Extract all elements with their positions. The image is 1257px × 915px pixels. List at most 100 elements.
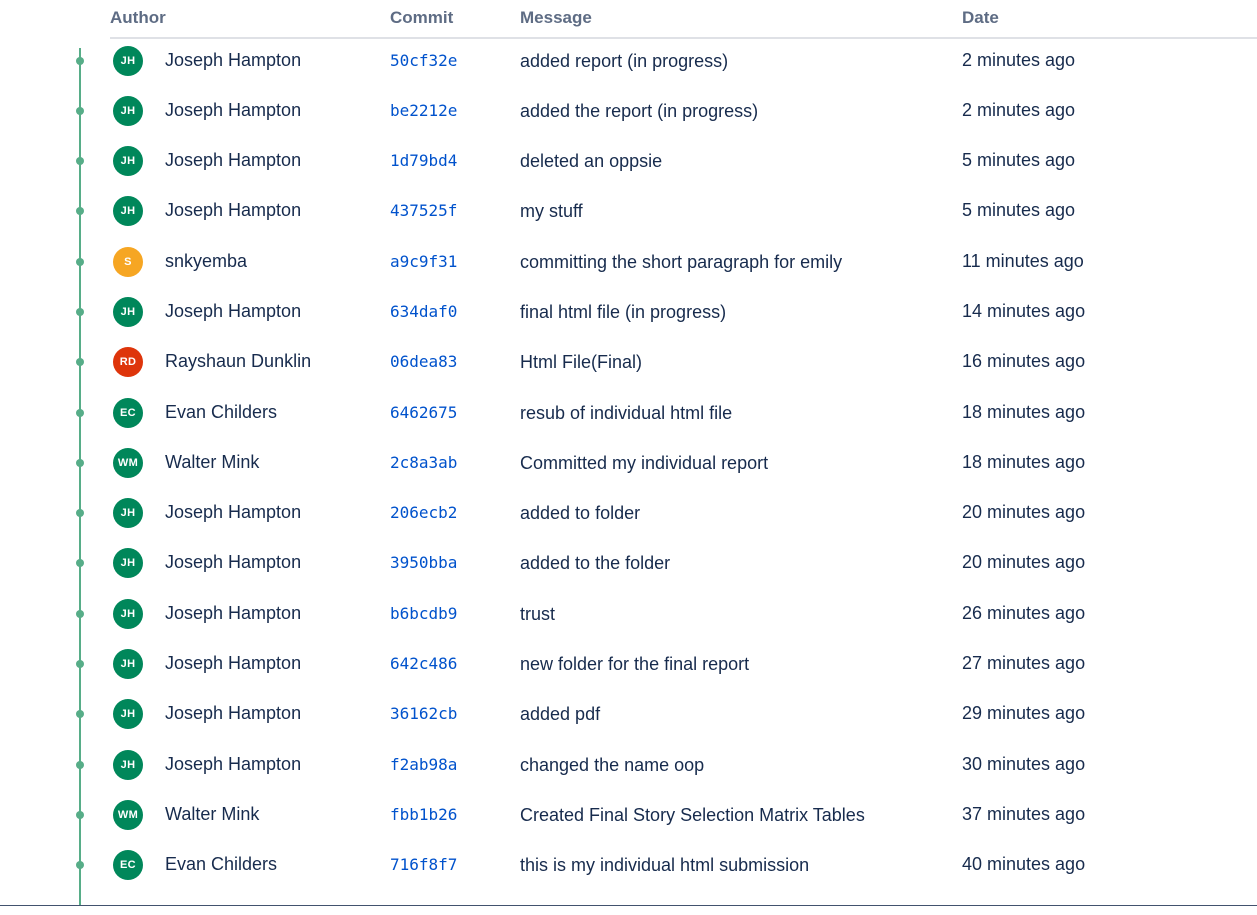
- commit-date: 20 minutes ago: [962, 552, 1086, 573]
- commit-date: 20 minutes ago: [962, 502, 1086, 523]
- commit-hash-link[interactable]: 50cf32e: [390, 51, 457, 70]
- commit-hash-link[interactable]: 642c486: [390, 654, 457, 673]
- commit-date: 18 minutes ago: [962, 401, 1086, 422]
- commit-hash-link[interactable]: 1d79bd4: [390, 151, 457, 170]
- author-avatar[interactable]: S: [113, 246, 143, 277]
- commit-hash-link[interactable]: f2ab98a: [390, 755, 457, 774]
- commit-date: 29 minutes ago: [962, 703, 1086, 724]
- commit-message: Html File(Final): [520, 352, 643, 373]
- commit-date: 18 minutes ago: [962, 451, 1086, 472]
- author-name: Evan Childers: [165, 854, 278, 875]
- commit-hash-link[interactable]: 716f8f7: [390, 855, 457, 874]
- message-column-header: Message: [520, 8, 592, 27]
- commit-graph-node: [76, 57, 84, 65]
- author-name: Walter Mink: [165, 451, 260, 472]
- commit-hash-link[interactable]: 634daf0: [390, 302, 457, 321]
- commit-graph-node: [76, 509, 84, 518]
- commit-message: deleted an oppsie: [520, 151, 663, 171]
- commit-graph-node: [76, 810, 84, 819]
- commit-graph-node: [76, 257, 84, 266]
- author-avatar[interactable]: WM: [113, 447, 143, 478]
- viewport-bottom-edge: [0, 905, 1257, 909]
- commit-message: added to folder: [520, 503, 641, 524]
- commit-graph-node: [76, 107, 84, 115]
- author-avatar[interactable]: JH: [113, 196, 143, 227]
- commit-hash-link[interactable]: 6462675: [390, 403, 457, 422]
- commit-date: 26 minutes ago: [962, 602, 1086, 623]
- commit-message: this is my individual html submission: [520, 855, 810, 876]
- commit-message: added to the folder: [520, 553, 671, 574]
- commit-graph-node: [76, 358, 84, 367]
- author-name: Rayshaun Dunklin: [165, 351, 312, 372]
- commit-date: 30 minutes ago: [962, 753, 1086, 774]
- author-name: Joseph Hampton: [165, 552, 302, 573]
- author-name: Joseph Hampton: [165, 653, 302, 673]
- commit-hash-link[interactable]: b6bcdb9: [390, 604, 457, 623]
- date-column-header: Date: [962, 8, 999, 27]
- commit-column-header: Commit: [390, 8, 454, 27]
- commit-date: 5 minutes ago: [962, 150, 1076, 170]
- author-name: Evan Childers: [165, 401, 278, 422]
- commit-date: 27 minutes ago: [962, 653, 1086, 673]
- commit-graph-node: [76, 760, 84, 769]
- commit-message: changed the name oop: [520, 754, 705, 775]
- commit-table-header: Author Commit Message Date: [110, 0, 1257, 39]
- commit-date: 14 minutes ago: [962, 300, 1086, 321]
- commit-graph-node: [76, 559, 84, 568]
- author-avatar[interactable]: RD: [113, 347, 143, 378]
- commit-graph-node: [76, 207, 84, 216]
- author-name: Joseph Hampton: [165, 753, 302, 774]
- commit-date: 5 minutes ago: [962, 200, 1076, 221]
- commit-date: 11 minutes ago: [962, 250, 1084, 271]
- commit-message: added the report (in progress): [520, 101, 759, 121]
- author-name: Joseph Hampton: [165, 300, 302, 321]
- commit-graph-node: [76, 861, 84, 870]
- commit-date: 2 minutes ago: [962, 50, 1076, 70]
- author-name: Walter Mink: [165, 803, 260, 824]
- commit-hash-link[interactable]: 06dea83: [390, 352, 457, 371]
- commit-message: Created Final Story Selection Matrix Tab…: [520, 804, 865, 825]
- author-name: snkyemba: [165, 250, 248, 271]
- commit-graph-node: [76, 408, 84, 417]
- commit-message: committing the short paragraph for emily: [520, 251, 843, 272]
- author-avatar[interactable]: EC: [113, 850, 143, 881]
- commit-date: 2 minutes ago: [962, 100, 1076, 120]
- author-avatar[interactable]: JH: [113, 46, 143, 76]
- author-avatar[interactable]: JH: [113, 699, 143, 730]
- commit-message: resub of individual html file: [520, 402, 733, 423]
- author-avatar[interactable]: JH: [113, 749, 143, 780]
- commit-message: final html file (in progress): [520, 301, 727, 322]
- commit-hash-link[interactable]: 437525f: [390, 201, 457, 220]
- commit-hash-link[interactable]: 3950bba: [390, 553, 457, 572]
- commit-graph-node: [76, 157, 84, 165]
- commit-message: Committed my individual report: [520, 452, 769, 473]
- commit-message: new folder for the final report: [520, 654, 750, 674]
- commit-hash-link[interactable]: 206ecb2: [390, 503, 457, 522]
- author-avatar[interactable]: JH: [113, 649, 143, 679]
- author-avatar[interactable]: JH: [113, 498, 143, 529]
- commit-graph-node: [76, 307, 84, 316]
- commit-graph-node: [76, 710, 84, 719]
- commit-graph-node: [76, 458, 84, 467]
- author-avatar[interactable]: JH: [113, 96, 143, 126]
- author-avatar[interactable]: JH: [113, 598, 143, 629]
- commit-hash-link[interactable]: a9c9f31: [390, 252, 457, 271]
- commit-hash-link[interactable]: 36162cb: [390, 704, 457, 723]
- author-name: Joseph Hampton: [165, 50, 302, 70]
- commit-message: my stuff: [520, 201, 583, 222]
- author-avatar[interactable]: EC: [113, 397, 143, 428]
- author-avatar[interactable]: JH: [113, 296, 143, 327]
- commit-message: added report (in progress): [520, 51, 729, 71]
- commit-hash-link[interactable]: 2c8a3ab: [390, 453, 457, 472]
- author-name: Joseph Hampton: [165, 200, 302, 221]
- author-avatar[interactable]: JH: [113, 146, 143, 176]
- author-avatar[interactable]: JH: [113, 548, 143, 579]
- author-avatar[interactable]: WM: [113, 799, 143, 830]
- author-name: Joseph Hampton: [165, 703, 302, 724]
- commit-hash-link[interactable]: fbb1b26: [390, 805, 457, 824]
- commit-hash-link[interactable]: be2212e: [390, 101, 457, 120]
- commit-date: 16 minutes ago: [962, 351, 1086, 372]
- commit-message: added pdf: [520, 704, 601, 725]
- commit-date: 40 minutes ago: [962, 854, 1086, 875]
- author-name: Joseph Hampton: [165, 502, 302, 523]
